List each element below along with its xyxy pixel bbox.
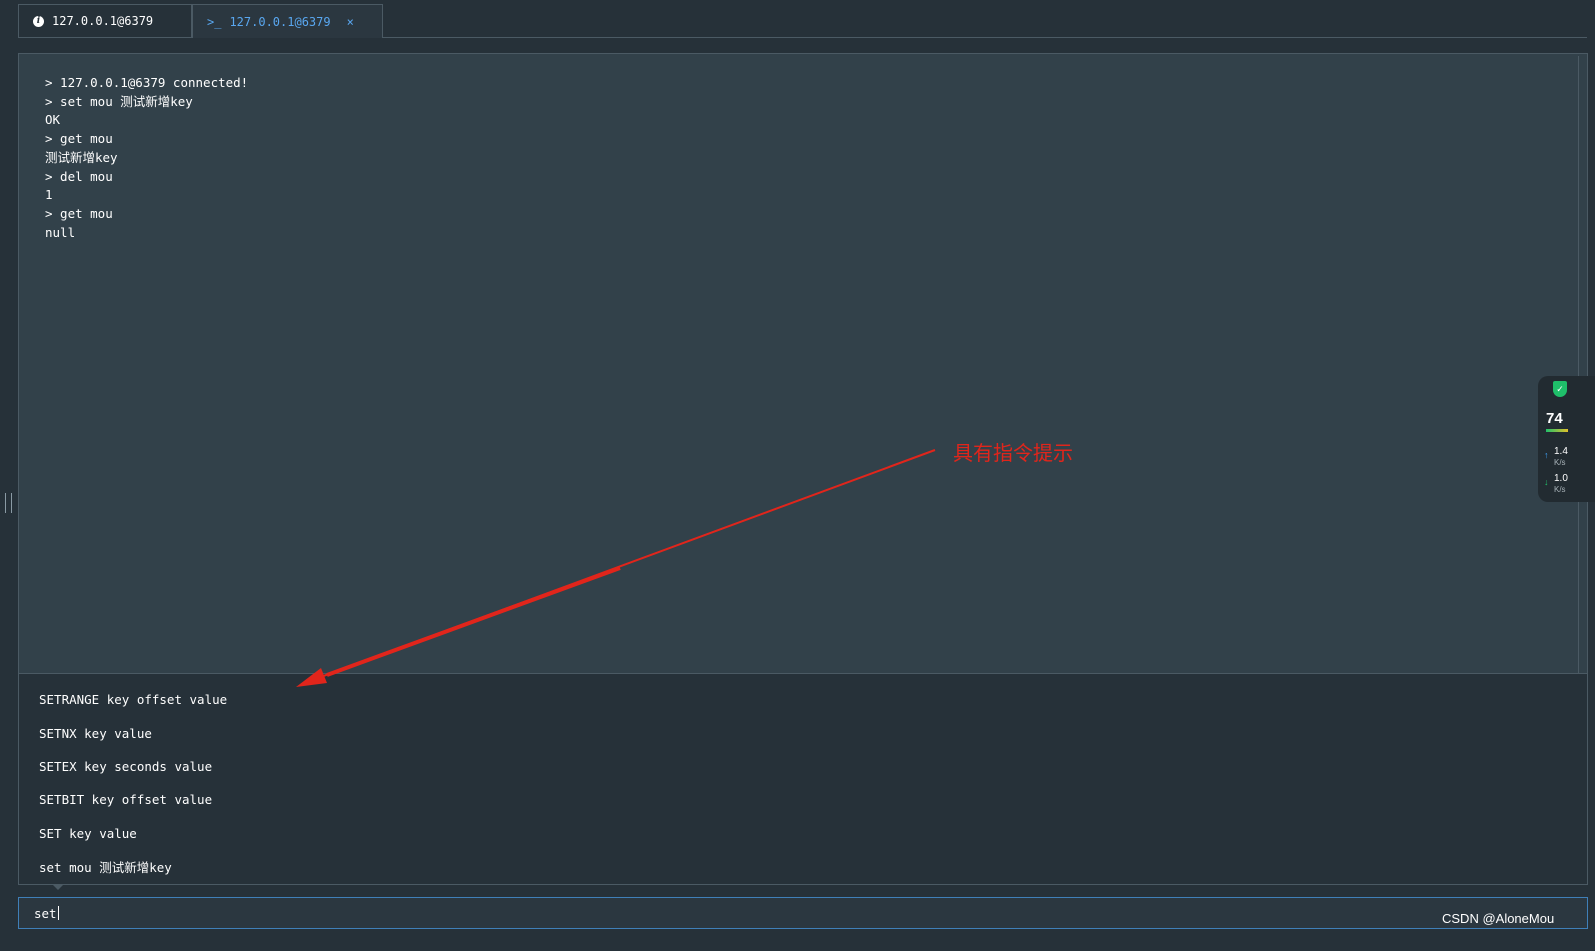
close-icon[interactable]: × [347,15,354,29]
upload-speed: 1.4 K/s [1554,446,1568,467]
score-bar [1546,429,1568,432]
tab-console[interactable]: >_ 127.0.0.1@6379 × [192,4,383,38]
shield-check-icon: ✓ [1553,381,1567,397]
download-speed: 1.0 K/s [1554,473,1568,494]
tab-label: 127.0.0.1@6379 [229,14,331,29]
annotation-label: 具有指令提示 [953,441,1073,465]
annotation-arrow-shaft [326,566,621,677]
network-monitor-widget[interactable]: ✓ 74 ↑ 1.4 K/s ↓ 1.0 K/s [1538,376,1595,502]
watermark: CSDN @AloneMou [1442,911,1555,926]
arrow-down-icon: ↓ [1544,477,1549,487]
widget-score: 74 [1546,410,1563,427]
terminal-icon: >_ [207,14,222,29]
arrow-up-icon: ↑ [1544,450,1549,460]
annotation-arrow [296,449,936,687]
annotation-arrow-head [296,668,327,687]
